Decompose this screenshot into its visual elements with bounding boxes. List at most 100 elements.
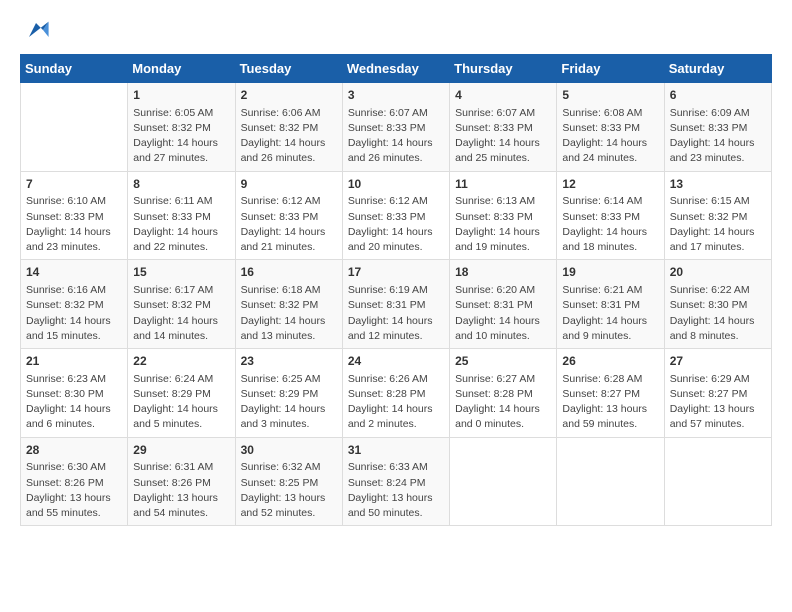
day-info: Sunrise: 6:12 AM Sunset: 8:33 PM Dayligh… <box>241 194 337 255</box>
day-info: Sunrise: 6:10 AM Sunset: 8:33 PM Dayligh… <box>26 194 122 255</box>
calendar-header-row: SundayMondayTuesdayWednesdayThursdayFrid… <box>21 55 772 83</box>
day-number: 13 <box>670 176 766 193</box>
day-number: 6 <box>670 87 766 104</box>
header-cell-thursday: Thursday <box>450 55 557 83</box>
day-number: 1 <box>133 87 229 104</box>
day-number: 31 <box>348 442 444 459</box>
day-number: 5 <box>562 87 658 104</box>
day-info: Sunrise: 6:30 AM Sunset: 8:26 PM Dayligh… <box>26 460 122 521</box>
calendar-cell <box>557 437 664 526</box>
calendar-cell: 20 Sunrise: 6:22 AM Sunset: 8:30 PM Dayli… <box>664 260 771 349</box>
calendar-cell: 14 Sunrise: 6:16 AM Sunset: 8:32 PM Dayli… <box>21 260 128 349</box>
calendar-cell: 16 Sunrise: 6:18 AM Sunset: 8:32 PM Dayli… <box>235 260 342 349</box>
day-info: Sunrise: 6:19 AM Sunset: 8:31 PM Dayligh… <box>348 283 444 344</box>
calendar-cell: 26 Sunrise: 6:28 AM Sunset: 8:27 PM Dayli… <box>557 349 664 438</box>
calendar-cell: 30Sunrise: 6:32 AM Sunset: 8:25 PM Dayli… <box>235 437 342 526</box>
day-number: 10 <box>348 176 444 193</box>
logo <box>20 16 50 44</box>
calendar-week-row: 14 Sunrise: 6:16 AM Sunset: 8:32 PM Dayli… <box>21 260 772 349</box>
day-info: Sunrise: 6:22 AM Sunset: 8:30 PM Dayligh… <box>670 283 766 344</box>
day-number: 30 <box>241 442 337 459</box>
day-info: Sunrise: 6:12 AM Sunset: 8:33 PM Dayligh… <box>348 194 444 255</box>
calendar-cell: 21Sunrise: 6:23 AM Sunset: 8:30 PM Dayli… <box>21 349 128 438</box>
header-cell-sunday: Sunday <box>21 55 128 83</box>
calendar-cell: 7Sunrise: 6:10 AM Sunset: 8:33 PM Daylig… <box>21 171 128 260</box>
day-info: Sunrise: 6:15 AM Sunset: 8:32 PM Dayligh… <box>670 194 766 255</box>
day-info: Sunrise: 6:07 AM Sunset: 8:33 PM Dayligh… <box>455 106 551 167</box>
calendar-cell: 28Sunrise: 6:30 AM Sunset: 8:26 PM Dayli… <box>21 437 128 526</box>
calendar-cell <box>450 437 557 526</box>
day-info: Sunrise: 6:11 AM Sunset: 8:33 PM Dayligh… <box>133 194 229 255</box>
calendar-cell: 19Sunrise: 6:21 AM Sunset: 8:31 PM Dayli… <box>557 260 664 349</box>
calendar-week-row: 1Sunrise: 6:05 AM Sunset: 8:32 PM Daylig… <box>21 83 772 172</box>
calendar-cell: 17 Sunrise: 6:19 AM Sunset: 8:31 PM Dayli… <box>342 260 449 349</box>
day-number: 29 <box>133 442 229 459</box>
day-info: Sunrise: 6:29 AM Sunset: 8:27 PM Dayligh… <box>670 372 766 433</box>
day-info: Sunrise: 6:16 AM Sunset: 8:32 PM Dayligh… <box>26 283 122 344</box>
logo-icon <box>22 16 50 44</box>
calendar-cell: 2 Sunrise: 6:06 AM Sunset: 8:32 PM Daylig… <box>235 83 342 172</box>
calendar-cell: 6Sunrise: 6:09 AM Sunset: 8:33 PM Daylig… <box>664 83 771 172</box>
day-info: Sunrise: 6:06 AM Sunset: 8:32 PM Dayligh… <box>241 106 337 167</box>
calendar-table: SundayMondayTuesdayWednesdayThursdayFrid… <box>20 54 772 526</box>
day-info: Sunrise: 6:24 AM Sunset: 8:29 PM Dayligh… <box>133 372 229 433</box>
day-info: Sunrise: 6:18 AM Sunset: 8:32 PM Dayligh… <box>241 283 337 344</box>
day-number: 2 <box>241 87 337 104</box>
day-number: 20 <box>670 264 766 281</box>
day-info: Sunrise: 6:32 AM Sunset: 8:25 PM Dayligh… <box>241 460 337 521</box>
calendar-cell: 9Sunrise: 6:12 AM Sunset: 8:33 PM Daylig… <box>235 171 342 260</box>
day-number: 12 <box>562 176 658 193</box>
day-number: 7 <box>26 176 122 193</box>
day-info: Sunrise: 6:28 AM Sunset: 8:27 PM Dayligh… <box>562 372 658 433</box>
calendar-week-row: 28Sunrise: 6:30 AM Sunset: 8:26 PM Dayli… <box>21 437 772 526</box>
day-number: 15 <box>133 264 229 281</box>
day-number: 27 <box>670 353 766 370</box>
calendar-cell: 12Sunrise: 6:14 AM Sunset: 8:33 PM Dayli… <box>557 171 664 260</box>
day-info: Sunrise: 6:21 AM Sunset: 8:31 PM Dayligh… <box>562 283 658 344</box>
header-cell-tuesday: Tuesday <box>235 55 342 83</box>
calendar-cell: 31Sunrise: 6:33 AM Sunset: 8:24 PM Dayli… <box>342 437 449 526</box>
day-number: 28 <box>26 442 122 459</box>
day-number: 17 <box>348 264 444 281</box>
day-info: Sunrise: 6:33 AM Sunset: 8:24 PM Dayligh… <box>348 460 444 521</box>
day-number: 16 <box>241 264 337 281</box>
day-info: Sunrise: 6:07 AM Sunset: 8:33 PM Dayligh… <box>348 106 444 167</box>
calendar-cell: 11Sunrise: 6:13 AM Sunset: 8:33 PM Dayli… <box>450 171 557 260</box>
calendar-cell: 1Sunrise: 6:05 AM Sunset: 8:32 PM Daylig… <box>128 83 235 172</box>
day-number: 22 <box>133 353 229 370</box>
day-number: 18 <box>455 264 551 281</box>
day-info: Sunrise: 6:31 AM Sunset: 8:26 PM Dayligh… <box>133 460 229 521</box>
calendar-cell: 13Sunrise: 6:15 AM Sunset: 8:32 PM Dayli… <box>664 171 771 260</box>
day-info: Sunrise: 6:13 AM Sunset: 8:33 PM Dayligh… <box>455 194 551 255</box>
calendar-cell <box>664 437 771 526</box>
day-number: 26 <box>562 353 658 370</box>
calendar-cell: 3 Sunrise: 6:07 AM Sunset: 8:33 PM Daylig… <box>342 83 449 172</box>
calendar-cell: 10Sunrise: 6:12 AM Sunset: 8:33 PM Dayli… <box>342 171 449 260</box>
calendar-cell: 25 Sunrise: 6:27 AM Sunset: 8:28 PM Dayli… <box>450 349 557 438</box>
day-info: Sunrise: 6:08 AM Sunset: 8:33 PM Dayligh… <box>562 106 658 167</box>
calendar-cell: 8Sunrise: 6:11 AM Sunset: 8:33 PM Daylig… <box>128 171 235 260</box>
day-number: 14 <box>26 264 122 281</box>
calendar-week-row: 7Sunrise: 6:10 AM Sunset: 8:33 PM Daylig… <box>21 171 772 260</box>
day-info: Sunrise: 6:26 AM Sunset: 8:28 PM Dayligh… <box>348 372 444 433</box>
calendar-cell: 4Sunrise: 6:07 AM Sunset: 8:33 PM Daylig… <box>450 83 557 172</box>
header-cell-monday: Monday <box>128 55 235 83</box>
day-info: Sunrise: 6:14 AM Sunset: 8:33 PM Dayligh… <box>562 194 658 255</box>
header-cell-saturday: Saturday <box>664 55 771 83</box>
day-info: Sunrise: 6:25 AM Sunset: 8:29 PM Dayligh… <box>241 372 337 433</box>
calendar-cell <box>21 83 128 172</box>
header-cell-wednesday: Wednesday <box>342 55 449 83</box>
header-cell-friday: Friday <box>557 55 664 83</box>
header <box>20 16 772 44</box>
calendar-cell: 18Sunrise: 6:20 AM Sunset: 8:31 PM Dayli… <box>450 260 557 349</box>
calendar-cell: 24Sunrise: 6:26 AM Sunset: 8:28 PM Dayli… <box>342 349 449 438</box>
calendar-cell: 29Sunrise: 6:31 AM Sunset: 8:26 PM Dayli… <box>128 437 235 526</box>
day-info: Sunrise: 6:17 AM Sunset: 8:32 PM Dayligh… <box>133 283 229 344</box>
day-info: Sunrise: 6:27 AM Sunset: 8:28 PM Dayligh… <box>455 372 551 433</box>
calendar-cell: 5 Sunrise: 6:08 AM Sunset: 8:33 PM Daylig… <box>557 83 664 172</box>
day-number: 25 <box>455 353 551 370</box>
calendar-week-row: 21Sunrise: 6:23 AM Sunset: 8:30 PM Dayli… <box>21 349 772 438</box>
day-number: 3 <box>348 87 444 104</box>
calendar-cell: 15 Sunrise: 6:17 AM Sunset: 8:32 PM Dayli… <box>128 260 235 349</box>
calendar-cell: 27 Sunrise: 6:29 AM Sunset: 8:27 PM Dayli… <box>664 349 771 438</box>
